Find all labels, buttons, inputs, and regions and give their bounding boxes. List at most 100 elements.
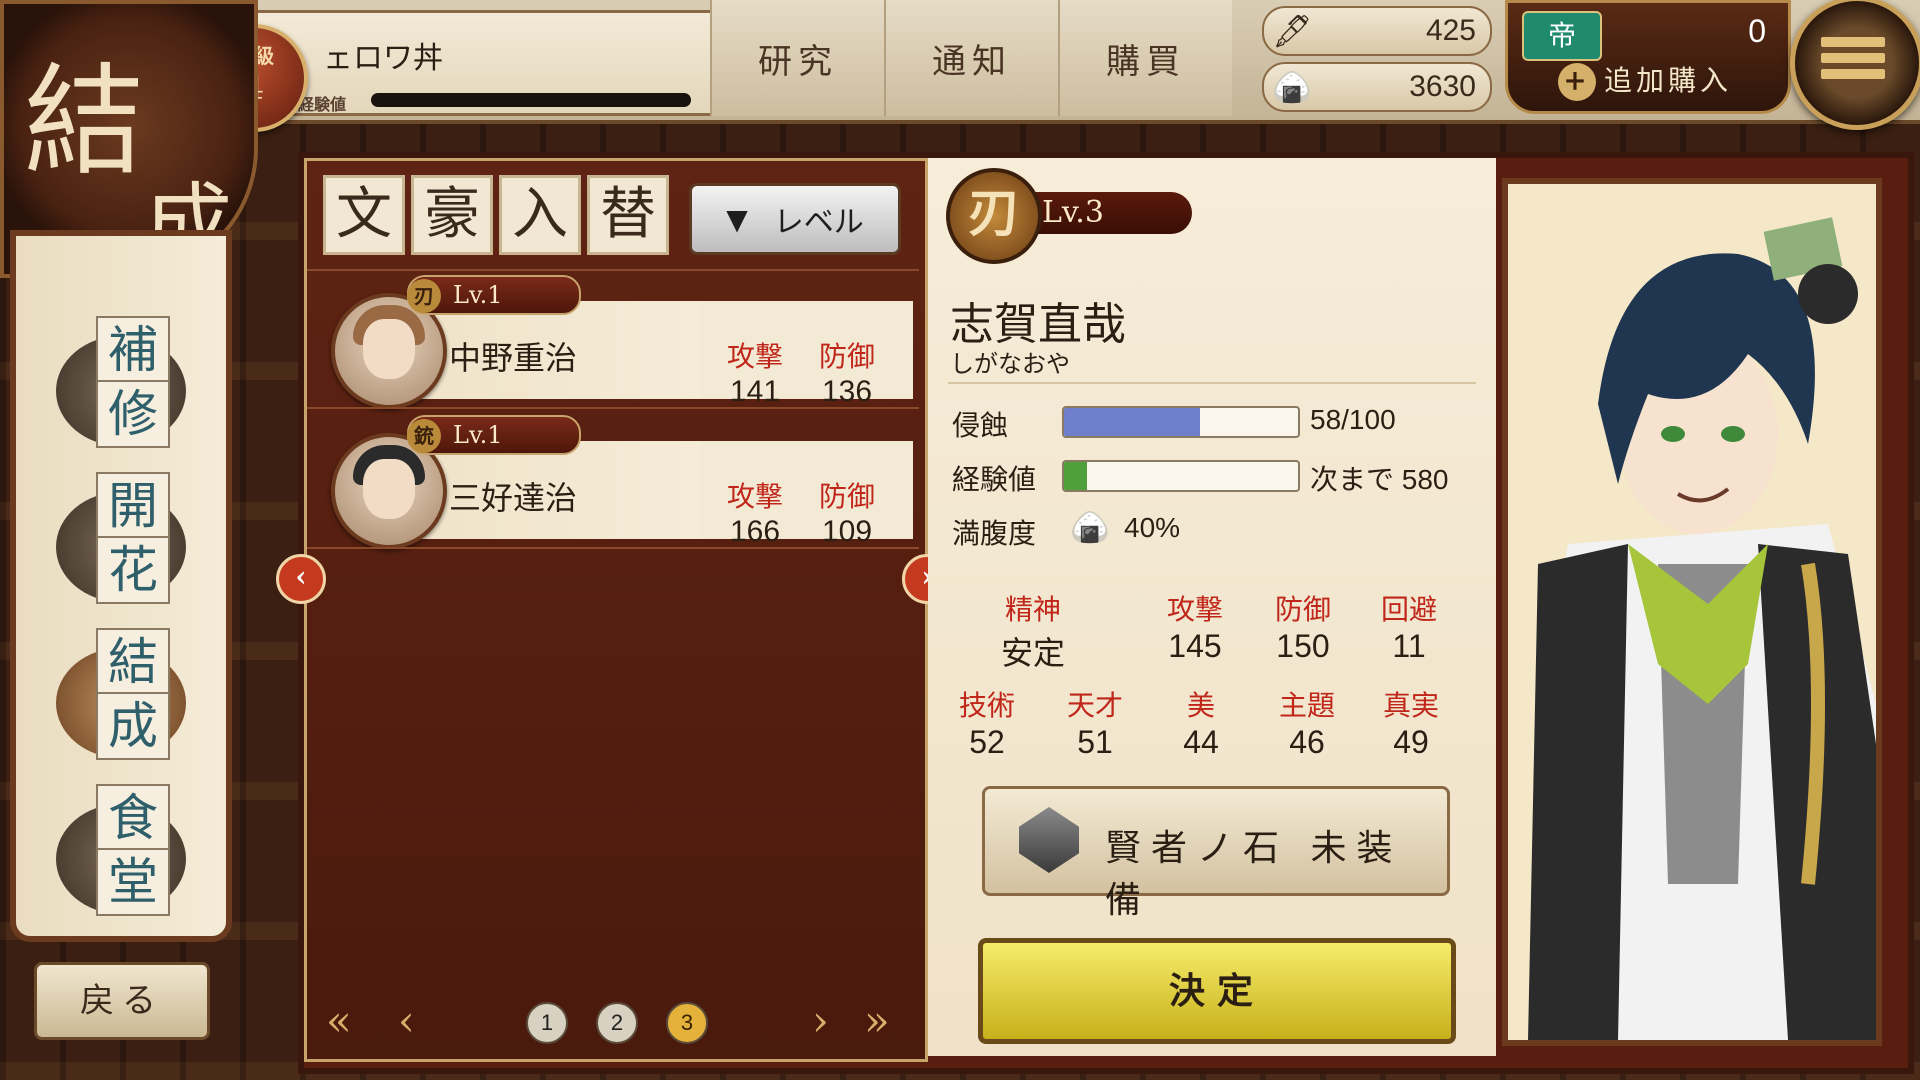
stat-value: 49 xyxy=(1393,724,1429,760)
sort-dropdown[interactable]: ▼ レベル xyxy=(689,183,901,255)
character-list-pane: 文 豪 入 替 ▼ レベル 攻撃 141 防御 136 刃 Lv.1 中野重治 … xyxy=(304,158,928,1062)
attack-label: 攻撃 xyxy=(726,480,783,513)
title-char: 入 xyxy=(499,175,581,255)
equip-stone-button[interactable]: 賢者ノ石 未装備 xyxy=(982,786,1450,921)
equip-label: 賢者ノ石 未装備 xyxy=(1105,828,1403,921)
onigiri-icon: 🍙 xyxy=(1070,508,1110,546)
erosion-value: 58/100 xyxy=(1310,404,1396,435)
screen-title-char-1: 結 xyxy=(24,53,144,192)
stat-label: 回避 xyxy=(1380,593,1437,626)
experience-value: 次まで 580 xyxy=(1310,464,1449,495)
attack-stat: 攻撃 141 xyxy=(705,335,805,409)
sidebar-item-label-top: 補 xyxy=(96,316,170,384)
stat-value: 46 xyxy=(1289,724,1325,760)
character-stat-box: 攻撃 141 防御 136 xyxy=(701,301,913,408)
sidebar-item-formation[interactable]: 結 成 xyxy=(56,628,196,768)
divider xyxy=(307,547,919,549)
onigiri-counter: 🍙 3630 xyxy=(1262,62,1492,112)
character-detail-pane: Lv.3 刃 志賀直哉 しがなおや 侵蝕 58/100 経験値 次まで 580 … xyxy=(928,158,1496,1056)
defense-label: 防御 xyxy=(818,340,875,373)
character-illustration xyxy=(1508,184,1876,1040)
nav-tabs: 研究 通知 購買 xyxy=(710,0,1232,116)
page-3-button[interactable]: 3 xyxy=(666,1002,708,1044)
sidebar-item-label-bottom: 修 xyxy=(96,380,170,448)
title-char: 替 xyxy=(587,175,669,255)
detail-character-name: 志賀直哉 xyxy=(950,299,1126,350)
page-2-button[interactable]: 2 xyxy=(596,1002,638,1044)
stat-label: 攻撃 xyxy=(1166,593,1223,626)
character-stat-box: 攻撃 166 防御 109 xyxy=(701,441,913,548)
player-exp-bar xyxy=(371,93,691,107)
premium-value: 0 xyxy=(1748,13,1766,49)
sidebar-item-label-bottom: 花 xyxy=(96,536,170,604)
sidebar-item-label-top: 食 xyxy=(96,784,170,852)
attack-label: 攻撃 xyxy=(726,340,783,373)
first-page-icon[interactable]: « xyxy=(326,996,352,1045)
fullness-label: 満腹度 xyxy=(952,517,1037,550)
onigiri-icon: 🍙 xyxy=(1272,68,1312,106)
title-char: 文 xyxy=(323,175,405,255)
defense-label: 防御 xyxy=(818,480,875,513)
sidebar-item-label-top: 結 xyxy=(96,628,170,696)
sidebar: 補 修 開 花 結 成 食 堂 xyxy=(10,230,232,942)
hamburger-icon xyxy=(1821,37,1885,85)
philosophers-stone-icon xyxy=(1019,807,1079,873)
detail-character-kana: しがなおや xyxy=(950,350,1070,378)
back-button[interactable]: 戻る xyxy=(34,962,210,1040)
sidebar-item-bloom[interactable]: 開 花 xyxy=(56,472,196,612)
character-level-tag: 刃 Lv.1 xyxy=(407,275,581,315)
tab-notifications[interactable]: 通知 xyxy=(884,0,1058,116)
stat-value: 52 xyxy=(969,724,1005,760)
erosion-label: 侵蝕 xyxy=(952,409,1009,442)
detail-weapon-tag: Lv.3 刃 xyxy=(946,168,1192,264)
experience-label: 経験値 xyxy=(952,463,1037,496)
erosion-bar xyxy=(1062,406,1300,438)
last-page-icon[interactable]: » xyxy=(864,996,890,1045)
dropdown-arrow-icon: ▼ xyxy=(726,202,748,236)
attack-value: 166 xyxy=(729,515,781,548)
confirm-button[interactable]: 決定 xyxy=(978,938,1456,1044)
sidebar-item-repair[interactable]: 補 修 xyxy=(56,316,196,456)
attack-value: 141 xyxy=(729,375,781,408)
next-page-icon[interactable]: › xyxy=(812,996,829,1045)
swap-writer-title: 文 豪 入 替 xyxy=(323,175,675,255)
add-purchase-label: 追加購入 xyxy=(1604,64,1733,97)
plus-icon: + xyxy=(1558,63,1596,101)
premium-currency: 帝 0 + 追加購入 xyxy=(1505,0,1791,114)
tab-research[interactable]: 研究 xyxy=(710,0,884,116)
tab-shop[interactable]: 購買 xyxy=(1058,0,1232,116)
page-1-button[interactable]: 1 xyxy=(526,1002,568,1044)
character-level-tag: 銃 Lv.1 xyxy=(407,415,581,455)
character-level: Lv.1 xyxy=(453,281,503,309)
menu-button[interactable] xyxy=(1790,0,1920,130)
onigiri-value: 3630 xyxy=(1409,70,1476,103)
character-card[interactable]: 攻撃 141 防御 136 刃 Lv.1 中野重治 xyxy=(317,275,913,409)
add-purchase-button[interactable]: + 追加購入 xyxy=(1558,59,1732,101)
stat-value: 145 xyxy=(1168,628,1222,664)
prev-arrow-button[interactable]: ‹ xyxy=(276,554,326,604)
stat-label: 美 xyxy=(1186,689,1215,722)
stat-value: 150 xyxy=(1276,628,1330,664)
character-name: 中野重治 xyxy=(449,339,578,377)
fullness-value: 40% xyxy=(1124,512,1181,543)
erosion-bar-fill xyxy=(1064,408,1200,436)
player-name: ェロワ丼 xyxy=(323,41,443,76)
stat-value: 44 xyxy=(1183,724,1219,760)
divider xyxy=(307,407,919,409)
weapon-blade-icon: 刃 xyxy=(946,168,1042,264)
pagination: « ‹ 1 2 3 › » xyxy=(304,990,922,1050)
sidebar-item-cafeteria[interactable]: 食 堂 xyxy=(56,784,196,924)
ink-value: 425 xyxy=(1425,14,1476,47)
character-card[interactable]: 攻撃 166 防御 109 銃 Lv.1 三好達治 xyxy=(317,415,913,549)
divider xyxy=(948,382,1476,384)
divider xyxy=(307,269,919,271)
ink-bottle-icon: 🖋 xyxy=(1272,12,1313,50)
sidebar-item-label-bottom: 堂 xyxy=(96,848,170,916)
stat-value: 11 xyxy=(1392,628,1426,664)
resource-counters: 🖋 425 🍙 3630 xyxy=(1262,6,1492,118)
defense-stat: 防御 109 xyxy=(797,475,897,549)
defense-value: 136 xyxy=(821,375,873,408)
stat-label: 天才 xyxy=(1066,689,1123,722)
stat-label: 主題 xyxy=(1278,689,1335,722)
prev-page-icon[interactable]: ‹ xyxy=(398,996,415,1045)
